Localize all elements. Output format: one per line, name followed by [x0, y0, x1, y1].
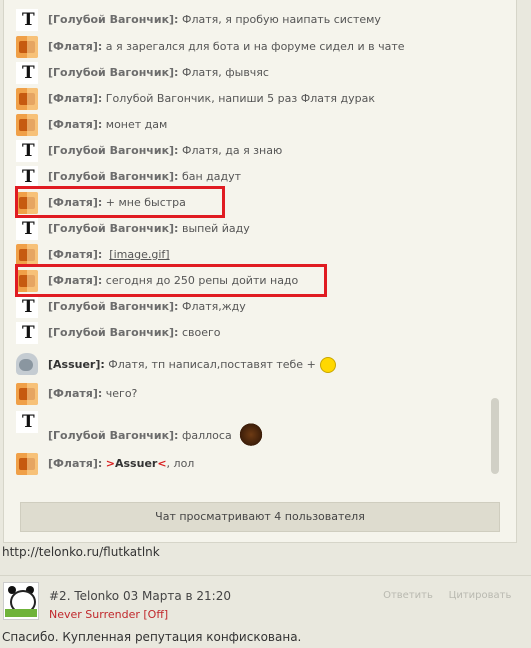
- fox-icon: [16, 453, 38, 475]
- chat-message: [Флатя]: >Assuer<, лол: [16, 450, 486, 476]
- chat-text: Флатя,жду: [181, 300, 246, 313]
- image-link[interactable]: [image.gif]: [109, 248, 169, 261]
- mention-user[interactable]: Assuer: [115, 457, 157, 470]
- chat-text: Флатя, тп написал,поставят тебе +: [108, 358, 316, 371]
- chat-message: [Assuer]: Флатя, тп написал,поставят теб…: [16, 350, 486, 376]
- chat-nick[interactable]: [Голубой Вагончик]:: [48, 300, 178, 313]
- scroll-thumb[interactable]: [491, 398, 499, 474]
- chat-message: T [Голубой Вагончик]: Флатя, фывчяс: [16, 59, 486, 85]
- face-emoticon-icon: [237, 422, 264, 450]
- chat-nick[interactable]: [Флатя]:: [48, 196, 102, 209]
- chat-text: фаллоса: [181, 429, 232, 442]
- fox-icon: [16, 244, 38, 266]
- chat-message: T [Голубой Вагончик]: фаллоса: [16, 408, 486, 450]
- chat-message: [Флатя]: [image.gif]: [16, 241, 486, 267]
- t-icon: T: [16, 9, 38, 31]
- chat-nick[interactable]: [Голубой Вагончик]:: [48, 13, 178, 26]
- chat-text: Голубой Вагончик, напиши 5 раз Флатя дур…: [105, 92, 375, 105]
- status-badge: Never Surrender [Off]: [49, 608, 169, 621]
- chat-text: а я зарегался для бота и на форуме сидел…: [105, 40, 405, 53]
- t-icon: T: [16, 411, 38, 433]
- chat-text: монет дам: [105, 118, 168, 131]
- chat-messages: T [Голубой Вагончик]: Флатя, я пробую на…: [16, 0, 488, 490]
- chat-frame: T [Голубой Вагончик]: Флатя, я пробую на…: [3, 0, 517, 543]
- chat-nick[interactable]: [Флатя]:: [48, 40, 102, 53]
- t-icon: T: [16, 322, 38, 344]
- chat-text: чего?: [105, 387, 138, 400]
- chat-text: , лол: [166, 457, 195, 470]
- t-icon: T: [16, 62, 38, 84]
- t-icon: T: [16, 140, 38, 162]
- post-header: #2. Telonko 03 Марта в 21:20 Never Surre…: [0, 576, 531, 624]
- chat-nick[interactable]: [Голубой Вагончик]:: [48, 222, 178, 235]
- mouse-icon: [16, 353, 38, 375]
- t-icon: T: [16, 296, 38, 318]
- chat-nick[interactable]: [Assuer]:: [48, 358, 105, 371]
- chat-text: своего: [181, 326, 221, 339]
- chat-nick[interactable]: [Голубой Вагончик]:: [48, 170, 178, 183]
- fox-icon: [16, 114, 38, 136]
- chat-nick[interactable]: [Флатя]:: [48, 92, 102, 105]
- chat-text: выпей йаду: [181, 222, 250, 235]
- chat-text: + мне быстра: [105, 196, 186, 209]
- chat-nick[interactable]: [Флатя]:: [48, 387, 102, 400]
- url-text[interactable]: http://telonko.ru/flutkatlnk: [2, 545, 160, 559]
- chat-nick[interactable]: [Голубой Вагончик]:: [48, 429, 178, 442]
- chat-scrollbar[interactable]: [488, 8, 502, 478]
- chat-message: [Флатя]: сегодня до 250 репы дойти надо: [16, 267, 486, 293]
- chat-text: Флатя, я пробую наипать систему: [181, 13, 381, 26]
- chat-nick[interactable]: [Голубой Вагончик]:: [48, 144, 178, 157]
- chat-message: T [Голубой Вагончик]: своего: [16, 319, 486, 345]
- chat-message: [Флатя]: + мне быстра: [16, 189, 486, 215]
- fox-icon: [16, 192, 38, 214]
- mention-open: >: [105, 457, 115, 470]
- chat-text: бан дадут: [181, 170, 242, 183]
- fox-icon: [16, 270, 38, 292]
- chat-nick[interactable]: [Флатя]:: [48, 457, 102, 470]
- chat-nick[interactable]: [Голубой Вагончик]:: [48, 326, 178, 339]
- chat-message: T [Голубой Вагончик]: выпей йаду: [16, 215, 486, 241]
- chat-message: T [Голубой Вагончик]: бан дадут: [16, 163, 486, 189]
- t-icon: T: [16, 166, 38, 188]
- fox-icon: [16, 36, 38, 58]
- avatar-bg: [5, 609, 37, 617]
- chat-message: [Флатя]: Голубой Вагончик, напиши 5 раз …: [16, 85, 486, 111]
- viewers-bar: Чат просматривают 4 пользователя: [20, 502, 500, 532]
- reply-button[interactable]: Ответить: [374, 588, 442, 604]
- chat-nick[interactable]: [Флатя]:: [48, 274, 102, 287]
- fox-icon: [16, 88, 38, 110]
- quote-button[interactable]: Цитировать: [441, 588, 519, 604]
- avatar[interactable]: [3, 582, 39, 620]
- chat-message: T [Голубой Вагончик]: Флатя, я пробую на…: [16, 6, 486, 32]
- chat-message: T [Голубой Вагончик]: Флатя, да я знаю: [16, 137, 486, 163]
- chat-message: [Флатя]: чего?: [16, 380, 486, 406]
- chat-text: Флатя, да я знаю: [181, 144, 283, 157]
- chat-nick[interactable]: [Флатя]:: [48, 248, 102, 261]
- t-icon: T: [16, 218, 38, 240]
- smiley-icon: [319, 357, 336, 373]
- post-title: #2. Telonko 03 Марта в 21:20: [49, 589, 231, 603]
- chat-message: [Флатя]: а я зарегался для бота и на фор…: [16, 33, 486, 59]
- chat-message: [Флатя]: монет дам: [16, 111, 486, 137]
- fox-icon: [16, 383, 38, 405]
- mention-close: <: [157, 457, 167, 470]
- chat-message: T [Голубой Вагончик]: Флатя,жду: [16, 293, 486, 319]
- chat-nick[interactable]: [Голубой Вагончик]:: [48, 66, 178, 79]
- chat-text: сегодня до 250 репы дойти надо: [105, 274, 299, 287]
- post-body: Спасибо. Купленная репутация конфискован…: [2, 630, 302, 644]
- chat-nick[interactable]: [Флатя]:: [48, 118, 102, 131]
- chat-text: Флатя, фывчяс: [181, 66, 269, 79]
